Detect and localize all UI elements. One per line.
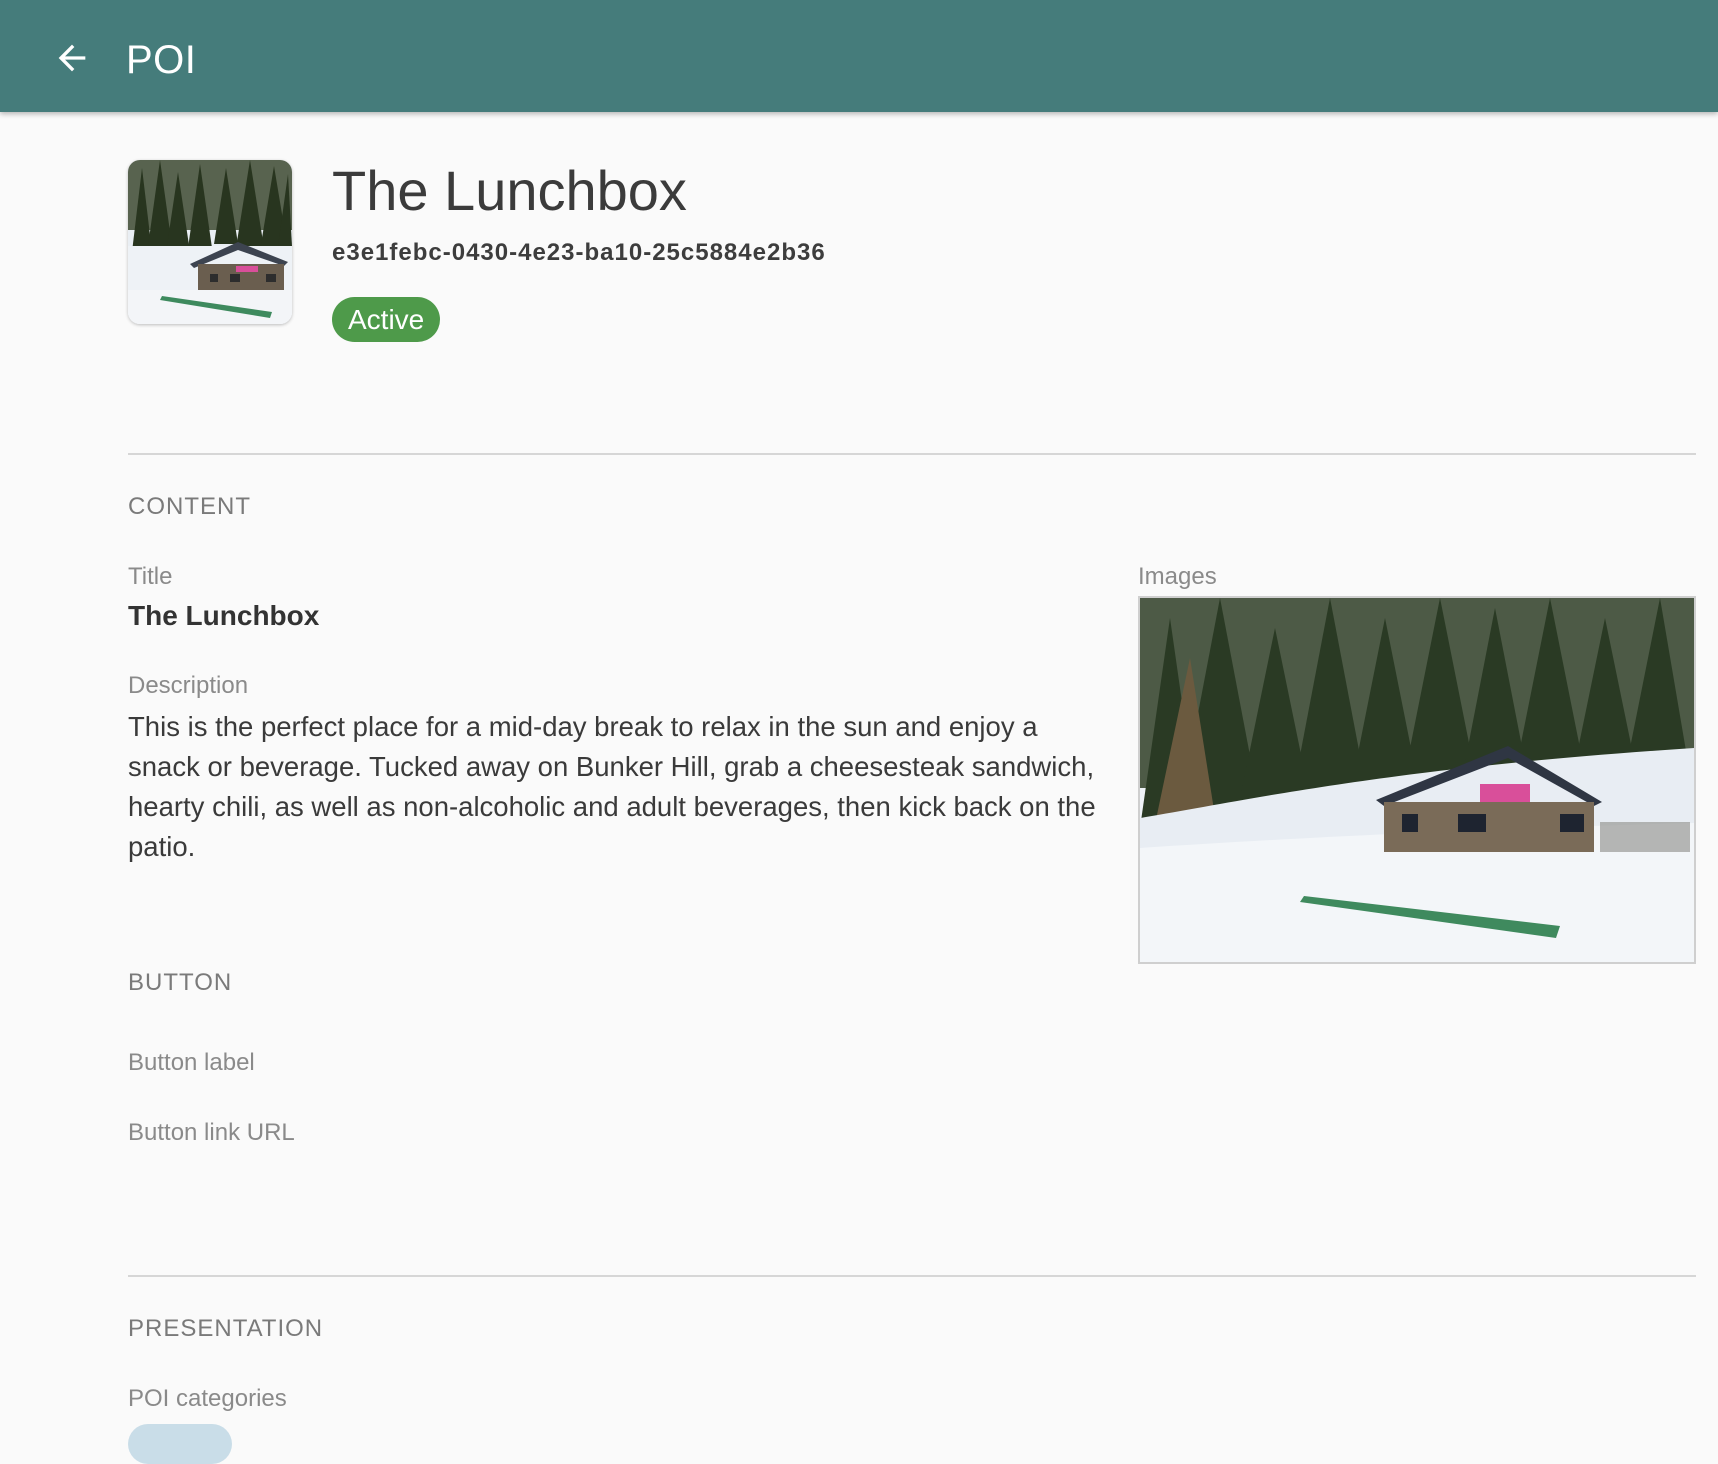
app-bar: POI — [0, 0, 1718, 112]
section-divider — [128, 1275, 1696, 1277]
button-section-heading: BUTTON — [128, 969, 233, 996]
poi-image[interactable] — [1138, 596, 1696, 964]
appbar-title: POI — [126, 38, 197, 82]
status-badge: Active — [332, 297, 441, 342]
poi-categories-label: POI categories — [128, 1385, 287, 1412]
content-section-heading: CONTENT — [128, 493, 251, 520]
poi-id: e3e1febc-0430-4e23-ba10-25c5884e2b36 — [332, 239, 826, 266]
presentation-section-heading: PRESENTATION — [128, 1315, 324, 1342]
button-label-field-label: Button label — [128, 1049, 255, 1076]
button-link-url-field-label: Button link URL — [128, 1119, 295, 1146]
poi-thumbnail — [128, 160, 292, 324]
title-label: Title — [128, 563, 173, 590]
title-value: The Lunchbox — [128, 600, 320, 631]
images-label: Images — [1138, 563, 1217, 590]
description-label: Description — [128, 672, 249, 699]
description-value: This is the perfect place for a mid-day … — [128, 711, 1096, 862]
category-chip[interactable] — [128, 1424, 232, 1464]
back-button[interactable] — [50, 36, 94, 80]
poi-name-heading: The Lunchbox — [332, 159, 687, 222]
section-divider — [128, 453, 1696, 455]
arrow-back-icon — [58, 44, 86, 72]
